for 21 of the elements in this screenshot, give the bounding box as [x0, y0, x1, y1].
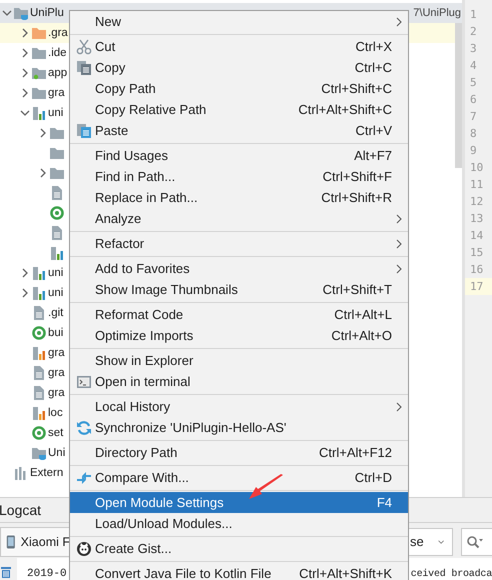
line-number: 13 — [469, 211, 484, 227]
line-number: 3 — [469, 41, 478, 57]
line-number: 5 — [469, 75, 478, 91]
line-number: 14 — [469, 228, 484, 244]
line-number: 16 — [469, 262, 484, 278]
log-text: 2019-0 — [27, 568, 67, 580]
path-text: 7\UniPlug — [413, 7, 461, 19]
line-number: 12 — [469, 194, 484, 210]
line-number: 9 — [469, 143, 478, 159]
log-text: ceived broadca — [410, 569, 492, 580]
line-number: 8 — [469, 126, 478, 142]
line-number: 15 — [469, 245, 484, 261]
panel-title: Logcat — [0, 502, 42, 518]
line-number: 7 — [469, 109, 478, 125]
line-number: 1 — [469, 7, 478, 23]
line-number: 4 — [469, 58, 478, 74]
line-number: 2 — [469, 24, 478, 40]
line-number: 10 — [469, 160, 484, 176]
line-number: 6 — [469, 92, 478, 108]
line-number: 17 — [465, 278, 492, 295]
line-number: 11 — [469, 177, 484, 193]
